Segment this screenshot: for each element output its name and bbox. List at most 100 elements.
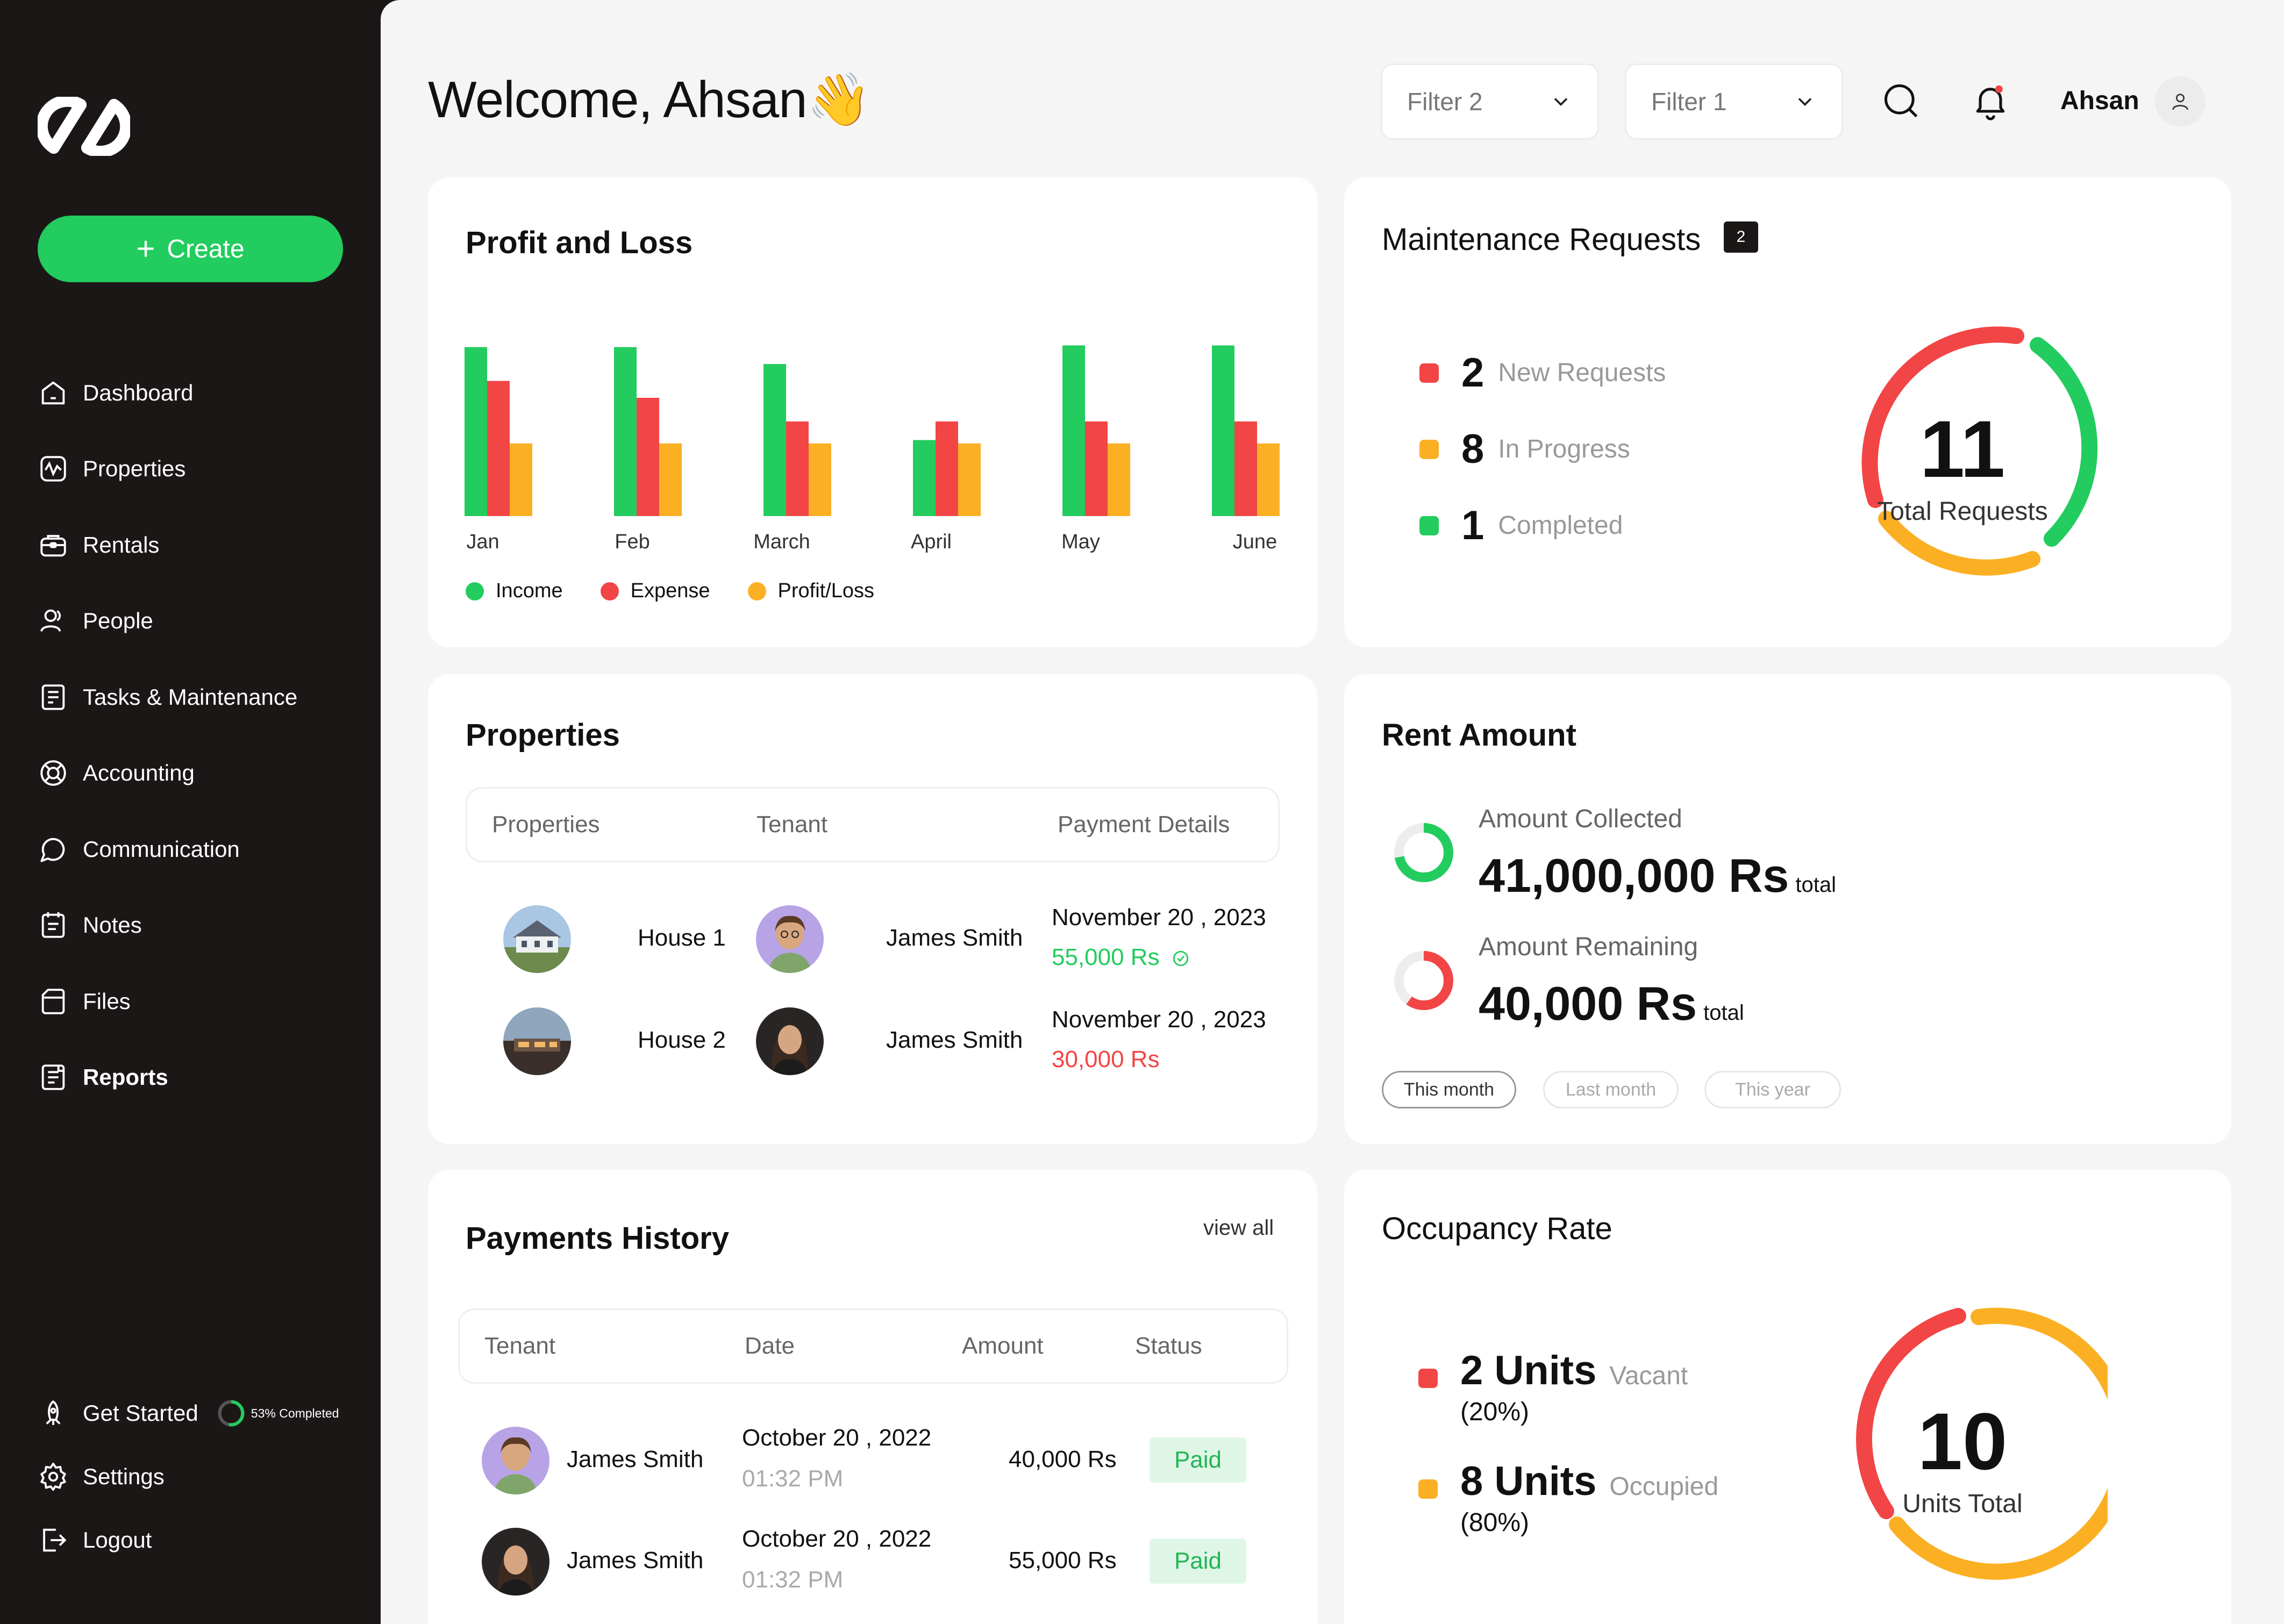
create-button[interactable]: + Create: [38, 216, 343, 282]
bar-income-jan[interactable]: [465, 347, 487, 516]
tenant-name[interactable]: James Smith: [567, 1547, 703, 1574]
bar-profit-loss-april[interactable]: [958, 443, 981, 516]
status-swatch: [1419, 363, 1439, 383]
bar-income-june[interactable]: [1212, 345, 1234, 516]
legend-label: Expense: [630, 580, 710, 602]
page-title: Welcome, Ahsan👋: [428, 71, 871, 128]
status-swatch: [1418, 1479, 1438, 1499]
search-icon[interactable]: [1881, 81, 1922, 121]
filter-1-dropdown[interactable]: Filter 1: [1625, 63, 1843, 140]
column-header: Tenant: [756, 811, 828, 838]
units-label: Occupied: [1609, 1472, 1719, 1501]
sidebar-item-rentals[interactable]: Rentals: [38, 507, 360, 583]
rocket-icon: [46, 1400, 61, 1425]
sidebar-item-label: Files: [83, 988, 131, 1014]
occupancy-total: 10 Units Total: [1855, 1401, 2070, 1519]
bar-income-feb[interactable]: [614, 347, 637, 516]
tenant-name[interactable]: James Smith: [886, 1027, 1023, 1054]
sidebar-item-label: Reports: [83, 1064, 168, 1090]
view-all-link[interactable]: view all: [1203, 1216, 1274, 1240]
properties-card: Properties Properties Tenant Payment Det…: [428, 674, 1317, 1144]
sidebar-item-reports[interactable]: Reports: [38, 1040, 360, 1116]
occupancy-row-vacant[interactable]: 2 Units Vacant (20%): [1418, 1347, 1688, 1427]
bar-profit-loss-june[interactable]: [1257, 443, 1280, 516]
sidebar-item-people[interactable]: People: [38, 583, 360, 660]
tab-this-month[interactable]: This month: [1382, 1071, 1516, 1108]
progress-indicator: 53% Completed: [216, 1398, 339, 1429]
legend-item-expense[interactable]: Expense: [600, 580, 710, 603]
sidebar-item-accounting[interactable]: Accounting: [38, 735, 360, 812]
legend-item-profit-loss[interactable]: Profit/Loss: [747, 580, 874, 603]
sidebar: + Create Dashboard Properties Rentals Pe…: [0, 0, 381, 1624]
bar-income-april[interactable]: [913, 440, 936, 516]
bar-expense-march[interactable]: [786, 421, 809, 516]
chevron-down-icon: [1554, 98, 1568, 106]
remaining-ring-icon: [1394, 951, 1453, 1010]
clipboard-icon: [41, 684, 65, 710]
bell-icon[interactable]: [1970, 81, 2011, 121]
bar-expense-feb[interactable]: [637, 398, 659, 516]
bar-expense-may[interactable]: [1085, 421, 1108, 516]
sidebar-item-label: Dashboard: [83, 380, 194, 405]
request-label: New Requests: [1498, 359, 1666, 387]
status-swatch: [1418, 1369, 1438, 1388]
column-header: Status: [1135, 1333, 1202, 1359]
sidebar-item-properties[interactable]: Properties: [38, 431, 360, 507]
sidebar-item-communication[interactable]: Communication: [38, 811, 360, 888]
bar-income-march[interactable]: [763, 364, 786, 516]
sidebar-item-label: Tasks & Maintenance: [83, 684, 298, 710]
avatar[interactable]: [2155, 76, 2206, 127]
property-name[interactable]: House 2: [638, 1027, 726, 1054]
request-row-completed[interactable]: 1 Completed: [1419, 502, 1623, 549]
sidebar-item-files[interactable]: Files: [38, 963, 360, 1040]
tenant-name[interactable]: James Smith: [886, 925, 1023, 951]
status-swatch: [1419, 516, 1439, 535]
collected-ring-icon: [1394, 823, 1453, 882]
collected-label: Amount Collected: [1479, 805, 1682, 833]
total-suffix: total: [1703, 1001, 1744, 1025]
sidebar-item-logout[interactable]: Logout: [38, 1508, 366, 1572]
property-name[interactable]: House 1: [638, 925, 726, 951]
logo-icon[interactable]: [38, 97, 130, 156]
bar-expense-june[interactable]: [1234, 421, 1257, 516]
request-row-in-progress[interactable]: 8 In Progress: [1419, 426, 1630, 473]
occupancy-card: Occupancy Rate 2 Units Vacant (20%) 8 Uni…: [1344, 1170, 2231, 1624]
bar-income-may[interactable]: [1062, 345, 1085, 516]
status-swatch: [1419, 439, 1439, 459]
user-name[interactable]: Ahsan: [2060, 86, 2139, 116]
legend-dot: [747, 582, 766, 600]
sidebar-item-dashboard[interactable]: Dashboard: [38, 355, 360, 431]
sidebar-item-label: Accounting: [83, 760, 195, 786]
bar-profit-loss-feb[interactable]: [659, 443, 682, 516]
bar-expense-april[interactable]: [936, 421, 958, 516]
tab-last-month[interactable]: Last month: [1543, 1071, 1679, 1108]
x-tick-label: March: [753, 531, 810, 553]
check-circle-icon: [1173, 951, 1188, 967]
sidebar-item-notes[interactable]: Notes: [38, 888, 360, 964]
filter-2-dropdown[interactable]: Filter 2: [1381, 63, 1599, 140]
sidebar-item-tasks-maintenance[interactable]: Tasks & Maintenance: [38, 659, 360, 735]
bar-profit-loss-jan[interactable]: [510, 443, 532, 516]
maintenance-total: 11 Total Requests: [1855, 409, 2070, 526]
file-icon: [41, 989, 65, 1014]
payments-history-card: Payments History view all Tenant Date Am…: [428, 1170, 1317, 1624]
payment-date: October 20 , 2022: [742, 1526, 932, 1552]
bar-expense-jan[interactable]: [487, 381, 510, 516]
tenant-name[interactable]: James Smith: [567, 1446, 703, 1473]
request-count: 2: [1461, 350, 1484, 396]
x-tick-label: Feb: [615, 531, 649, 553]
tab-this-year[interactable]: This year: [1704, 1071, 1841, 1108]
remaining-value: 40,000 Rs total: [1479, 976, 1744, 1031]
legend-item-income[interactable]: Income: [466, 580, 563, 603]
occupancy-row-occupied[interactable]: 8 Units Occupied (80%): [1418, 1458, 1719, 1537]
rent-amount-card: Rent Amount Amount Collected 41,000,000 …: [1344, 674, 2231, 1144]
units-count: 2 Units: [1460, 1348, 1597, 1393]
bar-profit-loss-march[interactable]: [809, 443, 831, 516]
bar-profit-loss-may[interactable]: [1108, 443, 1130, 516]
payment-amount: 40,000 Rs: [1009, 1446, 1117, 1472]
get-started-item[interactable]: Get Started 53% Completed: [38, 1382, 366, 1445]
legend-label: Income: [496, 580, 563, 602]
request-row-new[interactable]: 2 New Requests: [1419, 349, 1666, 396]
sidebar-item-settings[interactable]: Settings: [38, 1445, 366, 1508]
payment-amount: 55,000 Rs: [1009, 1547, 1117, 1573]
